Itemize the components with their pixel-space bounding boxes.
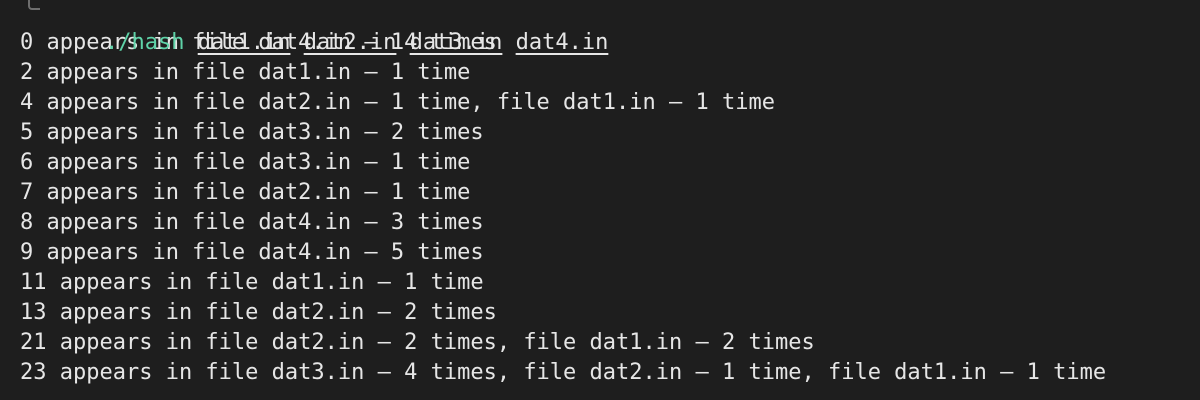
command-arg: dat3.in	[409, 30, 503, 55]
terminal-window[interactable]: ./hash dat1.in dat2.in dat3.in dat4.in 0…	[0, 0, 1200, 398]
output-line: 9 appears in file dat4.in – 5 times	[20, 240, 484, 265]
output-line: 4 appears in file dat2.in – 1 time, file…	[20, 90, 775, 115]
output-line: 6 appears in file dat3.in – 1 time	[20, 150, 471, 175]
prompt-corner-icon	[28, 0, 40, 10]
output-line: 7 appears in file dat2.in – 1 time	[20, 180, 471, 205]
output-line: 5 appears in file dat3.in – 2 times	[20, 120, 484, 145]
command-line: ./hash dat1.in dat2.in dat3.in dat4.in	[20, 0, 1200, 55]
output-line: 2 appears in file dat1.in – 1 time	[20, 60, 471, 85]
command-program: ./hash	[104, 30, 185, 55]
output-line: 8 appears in file dat4.in – 3 times	[20, 210, 484, 235]
output-line: 11 appears in file dat1.in – 1 time	[20, 270, 484, 295]
output-line: 13 appears in file dat2.in – 2 times	[20, 300, 497, 325]
output-line: 23 appears in file dat3.in – 4 times, fi…	[20, 360, 1107, 385]
command-arg: dat4.in	[515, 30, 609, 55]
output-line: 21 appears in file dat2.in – 2 times, fi…	[20, 330, 815, 355]
command-arg: dat1.in	[197, 30, 291, 55]
command-arg: dat2.in	[303, 30, 397, 55]
output-block: 0 appears in file dat4.in – 14 times 2 a…	[20, 28, 1200, 388]
